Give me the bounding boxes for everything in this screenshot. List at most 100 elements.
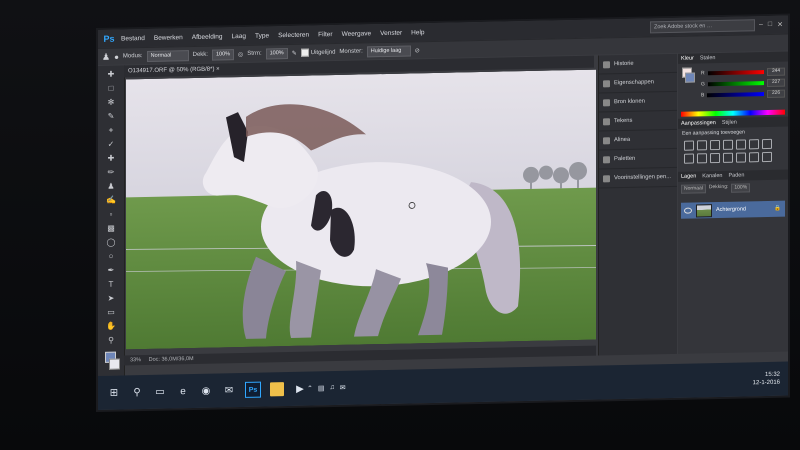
background-color-swatch[interactable] bbox=[109, 358, 120, 370]
hue-saturation-icon[interactable] bbox=[749, 139, 759, 150]
stock-search-input[interactable]: Zoek Adobe stock en … bbox=[649, 19, 755, 34]
color-bg-swatch[interactable] bbox=[685, 72, 695, 83]
tab-aanpassingen[interactable]: Aanpassingen bbox=[681, 120, 716, 127]
close-doc-icon[interactable]: × bbox=[216, 66, 220, 72]
levels-icon[interactable] bbox=[697, 140, 707, 151]
posterize-icon[interactable] bbox=[749, 152, 759, 163]
move-tool-icon[interactable]: ✚ bbox=[106, 70, 116, 80]
invert-icon[interactable] bbox=[736, 152, 746, 163]
stroom-field[interactable]: 100% bbox=[265, 47, 288, 59]
mail-icon[interactable]: ✉ bbox=[222, 383, 236, 397]
photoshop-taskbar-icon[interactable]: Ps bbox=[245, 381, 261, 398]
threshold-icon[interactable] bbox=[762, 151, 772, 163]
gradient-tool-icon[interactable]: ▩ bbox=[106, 224, 116, 234]
pressure-opacity-icon[interactable]: ◎ bbox=[238, 50, 243, 57]
menu-help[interactable]: Help bbox=[411, 29, 424, 36]
eraser-tool-icon[interactable]: ▫ bbox=[106, 210, 116, 220]
edge-icon[interactable]: e bbox=[176, 384, 190, 398]
quick-select-tool-icon[interactable]: ✎ bbox=[106, 112, 116, 122]
vibrance-icon[interactable] bbox=[736, 139, 746, 150]
ignore-adjustment-icon[interactable]: ⊘ bbox=[415, 47, 420, 54]
menu-selecteren[interactable]: Selecteren bbox=[278, 31, 309, 39]
chevron-up-icon[interactable]: ⌃ bbox=[307, 384, 313, 392]
color-spectrum[interactable] bbox=[681, 109, 785, 117]
panel-tekens[interactable]: Tekens bbox=[599, 110, 677, 132]
monster-select[interactable]: Huidige laag bbox=[366, 44, 411, 57]
lasso-tool-icon[interactable]: ✻ bbox=[106, 98, 116, 108]
menu-filter[interactable]: Filter bbox=[318, 31, 332, 38]
zoom-tool-icon[interactable]: ⚲ bbox=[106, 336, 116, 346]
tab-stalen[interactable]: Stalen bbox=[700, 55, 716, 61]
chrome-icon[interactable]: ◉ bbox=[199, 384, 213, 398]
panel-bron-klonen[interactable]: Bron klonen bbox=[599, 91, 677, 113]
search-icon[interactable]: ⚲ bbox=[130, 385, 144, 399]
blend-mode-select[interactable]: Normaal bbox=[681, 184, 706, 194]
color-balance-icon[interactable] bbox=[762, 138, 772, 150]
panel-paletten[interactable]: Paletten bbox=[599, 148, 677, 170]
taskbar-clock[interactable]: 15:32 12-1-2016 bbox=[753, 371, 780, 388]
blue-value[interactable]: 226 bbox=[767, 89, 785, 98]
marquee-tool-icon[interactable]: □ bbox=[106, 84, 116, 94]
channel-mixer-icon[interactable] bbox=[710, 152, 720, 164]
exposure-icon[interactable] bbox=[723, 139, 733, 150]
maximize-icon[interactable]: □ bbox=[768, 21, 772, 29]
menu-venster[interactable]: Venster bbox=[380, 29, 402, 36]
green-slider[interactable] bbox=[707, 81, 764, 87]
brush-preset-icon[interactable]: ● bbox=[114, 52, 119, 61]
menu-type[interactable]: Type bbox=[255, 32, 269, 39]
dodge-tool-icon[interactable]: ○ bbox=[106, 252, 116, 262]
close-icon[interactable]: ✕ bbox=[777, 21, 783, 29]
red-value[interactable]: 244 bbox=[767, 67, 785, 76]
notification-icon[interactable]: ✉ bbox=[340, 384, 346, 392]
green-value[interactable]: 227 bbox=[767, 78, 785, 87]
type-tool-icon[interactable]: T bbox=[106, 280, 116, 290]
pen-tool-icon[interactable]: ✒ bbox=[106, 266, 116, 276]
tab-kleur[interactable]: Kleur bbox=[681, 56, 694, 62]
tab-kanalen[interactable]: Kanalen bbox=[702, 173, 722, 179]
menu-laag[interactable]: Laag bbox=[232, 32, 246, 39]
panel-historie[interactable]: Historie bbox=[599, 53, 677, 75]
eyedropper-tool-icon[interactable]: ✓ bbox=[106, 140, 116, 150]
eye-icon[interactable] bbox=[684, 207, 692, 214]
network-icon[interactable]: ▤ bbox=[318, 384, 325, 392]
healing-tool-icon[interactable]: ✚ bbox=[106, 154, 116, 164]
layer-row[interactable]: Achtergrond 🔒 bbox=[681, 200, 785, 219]
clone-stamp-tool-icon[interactable]: ♟ bbox=[106, 182, 116, 192]
color-lookup-icon[interactable] bbox=[723, 152, 733, 163]
uitgelijnd-checkbox[interactable]: Uitgelijnd bbox=[300, 48, 335, 57]
black-white-icon[interactable] bbox=[684, 153, 694, 164]
stamp-tool-icon[interactable]: ♟ bbox=[102, 51, 110, 62]
menu-bewerken[interactable]: Bewerken bbox=[154, 34, 183, 42]
modus-select[interactable]: Normaal bbox=[146, 49, 189, 62]
layer-opacity-field[interactable]: 100% bbox=[731, 183, 751, 193]
file-explorer-icon[interactable] bbox=[270, 382, 284, 397]
task-view-icon[interactable]: ▭ bbox=[153, 385, 167, 399]
path-select-tool-icon[interactable]: ➤ bbox=[106, 294, 116, 304]
panel-voorinstellingen[interactable]: Voorinstellingen pen... bbox=[599, 167, 677, 189]
panel-eigenschappen[interactable]: Eigenschappen bbox=[599, 72, 677, 94]
crop-tool-icon[interactable]: ⌖ bbox=[106, 126, 116, 136]
status-zoom[interactable]: 33% bbox=[130, 357, 141, 363]
menu-weergave[interactable]: Weergave bbox=[342, 30, 372, 38]
tab-paden[interactable]: Paden bbox=[728, 172, 744, 178]
blue-slider[interactable] bbox=[707, 92, 764, 98]
volume-icon[interactable]: ♫ bbox=[330, 384, 335, 392]
brush-tool-icon[interactable]: ✏ bbox=[106, 168, 116, 178]
brightness-contrast-icon[interactable] bbox=[684, 140, 694, 151]
photo-filter-icon[interactable] bbox=[697, 153, 707, 164]
history-brush-tool-icon[interactable]: ✍ bbox=[106, 196, 116, 206]
dekking-field[interactable]: 100% bbox=[211, 48, 235, 61]
panel-alinea[interactable]: Alinea bbox=[599, 129, 677, 151]
red-slider[interactable] bbox=[707, 70, 764, 76]
media-icon[interactable]: ▶ bbox=[293, 382, 307, 396]
tab-lagen[interactable]: Lagen bbox=[681, 173, 696, 179]
shape-tool-icon[interactable]: ▭ bbox=[106, 308, 116, 318]
windows-start-icon[interactable]: ⊞ bbox=[107, 386, 121, 400]
blur-tool-icon[interactable]: ◯ bbox=[106, 238, 116, 248]
menu-afbeelding[interactable]: Afbeelding bbox=[192, 33, 223, 41]
curves-icon[interactable] bbox=[710, 139, 720, 151]
hand-tool-icon[interactable]: ✋ bbox=[106, 322, 116, 332]
menu-bestand[interactable]: Bestand bbox=[121, 35, 145, 42]
tab-stijlen[interactable]: Stijlen bbox=[722, 120, 737, 126]
minimize-icon[interactable]: – bbox=[759, 21, 763, 29]
